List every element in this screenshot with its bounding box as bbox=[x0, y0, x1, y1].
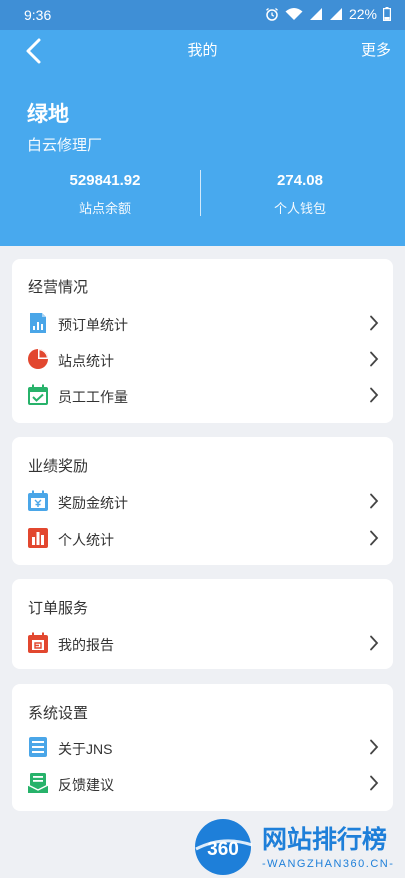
status-bar: 9:36 22% bbox=[0, 0, 405, 30]
report-calendar-icon bbox=[28, 632, 48, 653]
section-title: 系统设置 bbox=[28, 705, 89, 722]
bar-report-icon bbox=[30, 313, 46, 333]
chevron-right-icon bbox=[370, 739, 379, 755]
menu-item-label: 员工工作量 bbox=[58, 389, 128, 405]
section-card-settings: 系统设置 关于JNS 反馈建议 bbox=[12, 684, 393, 811]
chevron-right-icon bbox=[370, 775, 379, 791]
chevron-right-icon bbox=[370, 635, 379, 651]
section-card-rewards: 业绩奖励 奖励金统计 个人统计 bbox=[12, 437, 393, 565]
chevron-right-icon bbox=[370, 387, 379, 403]
menu-item-label: 我的报告 bbox=[58, 637, 114, 653]
watermark-name: 网站排行榜 bbox=[262, 825, 387, 854]
signal-icon-2 bbox=[329, 8, 342, 20]
document-icon bbox=[29, 737, 47, 757]
signal-icon bbox=[309, 8, 322, 20]
status-time: 9:36 bbox=[24, 7, 52, 23]
chevron-right-icon bbox=[370, 493, 379, 509]
menu-item-label: 关于JNS bbox=[58, 741, 113, 757]
stat-personal-wallet[interactable]: 274.08 个人钱包 bbox=[200, 172, 400, 217]
alarm-icon bbox=[266, 8, 278, 21]
menu-item-reservation-stats[interactable]: 预订单统计 bbox=[12, 305, 393, 341]
stat-value: 529841.92 bbox=[69, 172, 141, 189]
status-icons: 22% bbox=[265, 6, 391, 22]
chevron-right-icon bbox=[370, 530, 379, 546]
chevron-right-icon bbox=[370, 315, 379, 331]
battery-icon bbox=[383, 7, 391, 21]
chevron-right-icon bbox=[370, 351, 379, 367]
menu-item-about-jns[interactable]: 关于JNS bbox=[12, 729, 393, 765]
calendar-check-icon bbox=[28, 384, 48, 405]
reward-calendar-icon bbox=[28, 490, 48, 511]
menu-item-reward-stats[interactable]: 奖励金统计 bbox=[12, 483, 393, 519]
section-card-orders: 订单服务 我的报告 bbox=[12, 579, 393, 669]
menu-item-label: 奖励金统计 bbox=[58, 495, 128, 511]
page-title: 我的 bbox=[187, 42, 218, 59]
watermark-logo-text: 360 bbox=[207, 839, 239, 860]
menu-item-label: 站点统计 bbox=[58, 353, 114, 369]
stat-label: 个人钱包 bbox=[273, 201, 326, 216]
menu-item-staff-workload[interactable]: 员工工作量 bbox=[12, 377, 393, 413]
section-title: 业绩奖励 bbox=[28, 458, 89, 475]
stat-label: 站点余额 bbox=[78, 201, 131, 216]
site-name: 绿地 bbox=[27, 103, 69, 126]
stat-site-balance[interactable]: 529841.92 站点余额 bbox=[5, 172, 205, 217]
menu-item-feedback[interactable]: 反馈建议 bbox=[12, 765, 393, 801]
menu-item-my-report[interactable]: 我的报告 bbox=[12, 625, 393, 661]
menu-item-label: 反馈建议 bbox=[58, 777, 114, 793]
feedback-icon bbox=[27, 773, 49, 793]
stat-value: 274.08 bbox=[277, 172, 323, 189]
more-button[interactable]: 更多 bbox=[361, 39, 391, 60]
menu-item-site-stats[interactable]: 站点统计 bbox=[12, 341, 393, 377]
battery-percent: 22% bbox=[348, 6, 377, 22]
pie-chart-icon bbox=[28, 349, 48, 369]
menu-item-personal-stats[interactable]: 个人统计 bbox=[12, 520, 393, 556]
section-card-business: 经营情况 预订单统计 站点统计 员工工作量 bbox=[12, 259, 393, 423]
watermark-logo: 360 网站排行榜 -WANGZHAN360.CN- bbox=[195, 819, 394, 875]
menu-item-label: 预订单统计 bbox=[58, 317, 128, 333]
menu-item-label: 个人统计 bbox=[58, 532, 114, 548]
watermark-domain: -WANGZHAN360.CN- bbox=[262, 858, 394, 870]
bar-chart-icon bbox=[28, 528, 48, 548]
wifi-icon bbox=[285, 8, 303, 20]
section-title: 订单服务 bbox=[28, 600, 89, 617]
profile-header: 我的 更多 绿地 白云修理厂 529841.92 站点余额 274.08 个人钱… bbox=[0, 30, 405, 246]
section-title: 经营情况 bbox=[28, 279, 89, 296]
site-subtitle: 白云修理厂 bbox=[27, 137, 103, 154]
